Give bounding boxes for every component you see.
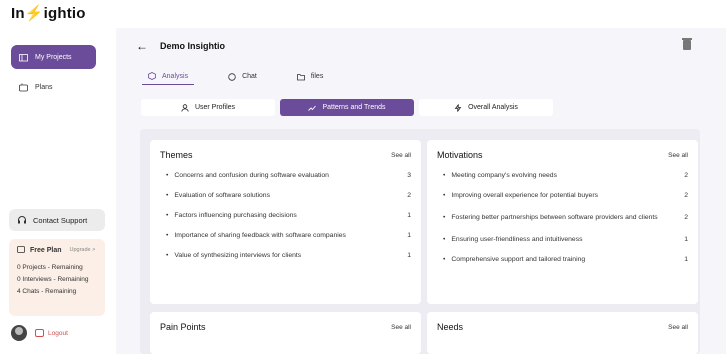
- sidebar-item-plans[interactable]: Plans: [11, 75, 96, 99]
- tab-label: Chat: [242, 73, 257, 80]
- tab-bar: Analysis Chat files: [142, 68, 357, 85]
- item-text: Improving overall experience for potenti…: [451, 192, 598, 199]
- item-count: 1: [407, 252, 411, 259]
- item-count: 2: [684, 192, 688, 199]
- user-area: Logout: [11, 325, 68, 341]
- list-item[interactable]: • Factors influencing purchasing decision…: [160, 212, 411, 219]
- list-item[interactable]: • Fostering better partnerships between s…: [437, 212, 688, 223]
- view-patterns-trends-button[interactable]: Patterns and Trends: [280, 99, 414, 116]
- see-all-link[interactable]: See all: [668, 152, 688, 159]
- list-item[interactable]: • Meeting company's evolving needs 2: [437, 172, 688, 179]
- bolt-icon: [454, 103, 462, 112]
- folder-icon: [296, 73, 305, 81]
- item-text: Comprehensive support and tailored train…: [451, 256, 586, 263]
- logout-button[interactable]: Logout: [35, 329, 68, 337]
- plan-interviews-remaining: 0 Interviews - Remaining: [17, 276, 89, 283]
- card-title: Themes: [160, 150, 193, 160]
- item-text: Meeting company's evolving needs: [451, 172, 557, 179]
- see-all-link[interactable]: See all: [391, 152, 411, 159]
- tab-label: Analysis: [162, 72, 189, 80]
- sidebar: My Projects Plans Contact Support Free P…: [0, 28, 116, 354]
- item-text: Fostering better partnerships between so…: [451, 214, 658, 221]
- cube-icon: [148, 72, 156, 80]
- view-user-profiles-button[interactable]: User Profiles: [141, 99, 275, 116]
- tab-files[interactable]: files: [291, 68, 329, 85]
- page-title: Demo Insightio: [160, 41, 225, 51]
- item-text: Evaluation of software solutions: [174, 192, 270, 199]
- item-count: 3: [407, 172, 411, 179]
- headset-icon: [17, 215, 27, 225]
- item-count: 2: [407, 192, 411, 199]
- card-title: Pain Points: [160, 322, 206, 332]
- back-arrow-icon[interactable]: ←: [136, 39, 148, 53]
- tab-label: files: [310, 73, 324, 80]
- card-title: Needs: [437, 322, 464, 332]
- card-title: Motivations: [437, 150, 483, 160]
- plan-chats-remaining: 4 Chats - Remaining: [17, 288, 77, 295]
- item-text: Value of synthesizing interviews for cli…: [174, 252, 302, 259]
- chat-icon: [228, 72, 236, 81]
- logout-icon: [35, 329, 44, 337]
- themes-card: Themes See all • Concerns and confusion d…: [150, 140, 421, 304]
- item-count: 1: [684, 236, 688, 243]
- list-item[interactable]: • Importance of sharing feedback with sof…: [160, 232, 411, 239]
- main-content: ← Demo Insightio Analysis Chat files Use…: [116, 28, 726, 354]
- sidebar-item-label: Plans: [35, 83, 53, 91]
- view-label: Patterns and Trends: [322, 104, 386, 111]
- list-item[interactable]: • Evaluation of software solutions 2: [160, 192, 411, 199]
- sidebar-item-label: My Projects: [35, 53, 72, 61]
- item-text: Factors influencing purchasing decisions: [174, 212, 297, 219]
- view-label: User Profiles: [194, 104, 236, 111]
- list-item[interactable]: • Improving overall experience for potent…: [437, 192, 688, 199]
- avatar[interactable]: [11, 325, 27, 341]
- item-count: 2: [684, 172, 688, 179]
- top-bar: In⚡ightio: [0, 0, 726, 28]
- contact-support-button[interactable]: Contact Support: [9, 209, 105, 231]
- analysis-panel: Themes See all • Concerns and confusion d…: [140, 129, 700, 354]
- item-count: 2: [684, 214, 688, 221]
- tab-chat[interactable]: Chat: [222, 68, 263, 85]
- list-item[interactable]: • Concerns and confusion during software …: [160, 172, 411, 179]
- item-count: 1: [684, 256, 688, 263]
- plan-card: Free Plan Upgrade > 0 Projects - Remaini…: [9, 239, 105, 316]
- support-label: Contact Support: [33, 215, 88, 225]
- list-item[interactable]: • Value of synthesizing interviews for cl…: [160, 252, 411, 259]
- view-switcher: User Profiles Patterns and Trends Overal…: [141, 99, 558, 116]
- app-logo: In⚡ightio: [11, 5, 86, 22]
- see-all-link[interactable]: See all: [668, 324, 688, 331]
- pain-points-card: Pain Points See all: [150, 312, 421, 354]
- plans-icon: [19, 83, 28, 92]
- logout-label: Logout: [48, 329, 68, 337]
- plan-title: Free Plan: [30, 246, 62, 254]
- view-overall-analysis-button[interactable]: Overall Analysis: [419, 99, 553, 116]
- list-item[interactable]: • Ensuring user-friendliness and intuitiv…: [437, 236, 688, 243]
- item-text: Ensuring user-friendliness and intuitive…: [451, 236, 583, 243]
- tab-analysis[interactable]: Analysis: [142, 68, 195, 85]
- item-count: 1: [407, 212, 411, 219]
- user-icon: [181, 103, 189, 112]
- item-text: Importance of sharing feedback with soft…: [174, 232, 346, 239]
- sidebar-item-my-projects[interactable]: My Projects: [11, 45, 96, 69]
- item-text: Concerns and confusion during software e…: [174, 172, 329, 179]
- see-all-link[interactable]: See all: [391, 324, 411, 331]
- view-label: Overall Analysis: [468, 104, 518, 111]
- trend-icon: [308, 104, 317, 112]
- list-item[interactable]: • Comprehensive support and tailored trai…: [437, 256, 688, 263]
- folder-icon: [19, 53, 28, 62]
- trash-icon[interactable]: [682, 38, 692, 50]
- plan-projects-remaining: 0 Projects - Remaining: [17, 264, 83, 271]
- upgrade-link[interactable]: Upgrade >: [70, 247, 96, 253]
- needs-card: Needs See all: [427, 312, 698, 354]
- item-count: 1: [407, 232, 411, 239]
- plan-icon: [17, 245, 25, 255]
- motivations-card: Motivations See all • Meeting company's e…: [427, 140, 698, 304]
